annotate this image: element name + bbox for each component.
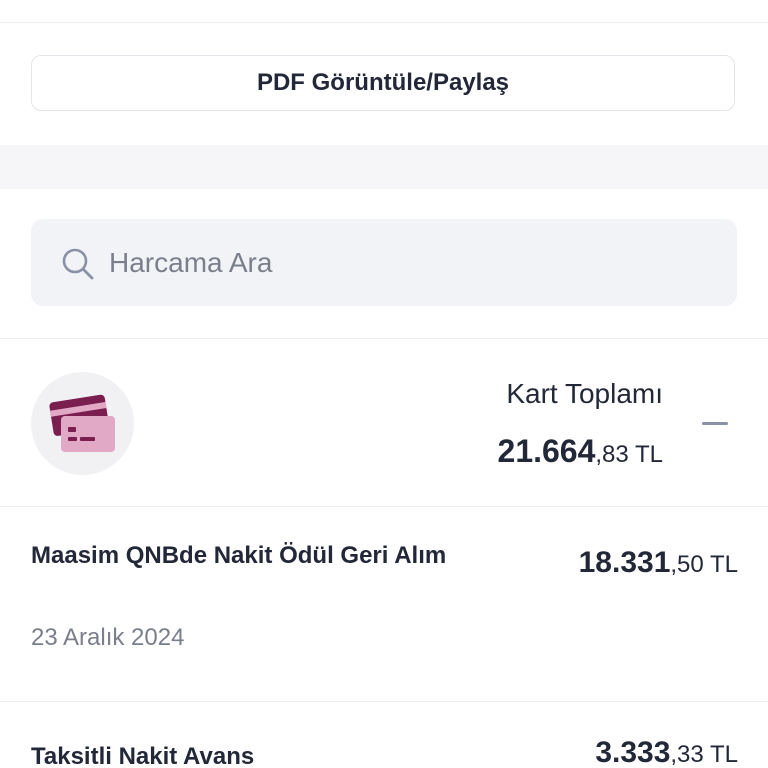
transaction-amount-dec: ,50 TL [670,551,738,578]
transaction-title: Maasim QNBde Nakit Ödül Geri Alım [31,542,447,569]
collapse-icon[interactable] [702,422,728,425]
card-avatar [31,372,134,475]
divider [0,338,768,339]
card-total-amount-dec: ,83 TL [595,441,663,468]
top-divider [0,22,768,23]
transaction-amount: 18.331,50 TL [579,546,738,580]
pdf-share-button[interactable]: PDF Görüntüle/Paylaş [31,55,735,111]
transaction-title: Taksitli Nakit Avans [31,743,255,768]
transaction-amount-dec: ,33 TL [670,741,738,768]
transaction-date: 23 Aralık 2024 [31,624,185,651]
divider [0,701,768,702]
search-icon [62,248,94,280]
card-total-amount: 21.664,83 TL [498,433,663,470]
search-input[interactable] [109,239,709,287]
transaction-amount: 3.333,33 TL [595,736,738,768]
credit-card-icon [49,394,115,452]
section-separator [0,145,768,189]
transaction-amount-int: 18.331 [578,546,671,579]
card-total-amount-int: 21.664 [497,433,596,469]
transaction-amount-int: 3.333 [595,736,671,768]
search-box[interactable] [31,219,737,306]
page: PDF Görüntüle/Paylaş Kart Toplamı 21.664… [0,0,768,768]
card-total-label: Kart Toplamı [506,378,663,409]
divider [0,506,768,507]
